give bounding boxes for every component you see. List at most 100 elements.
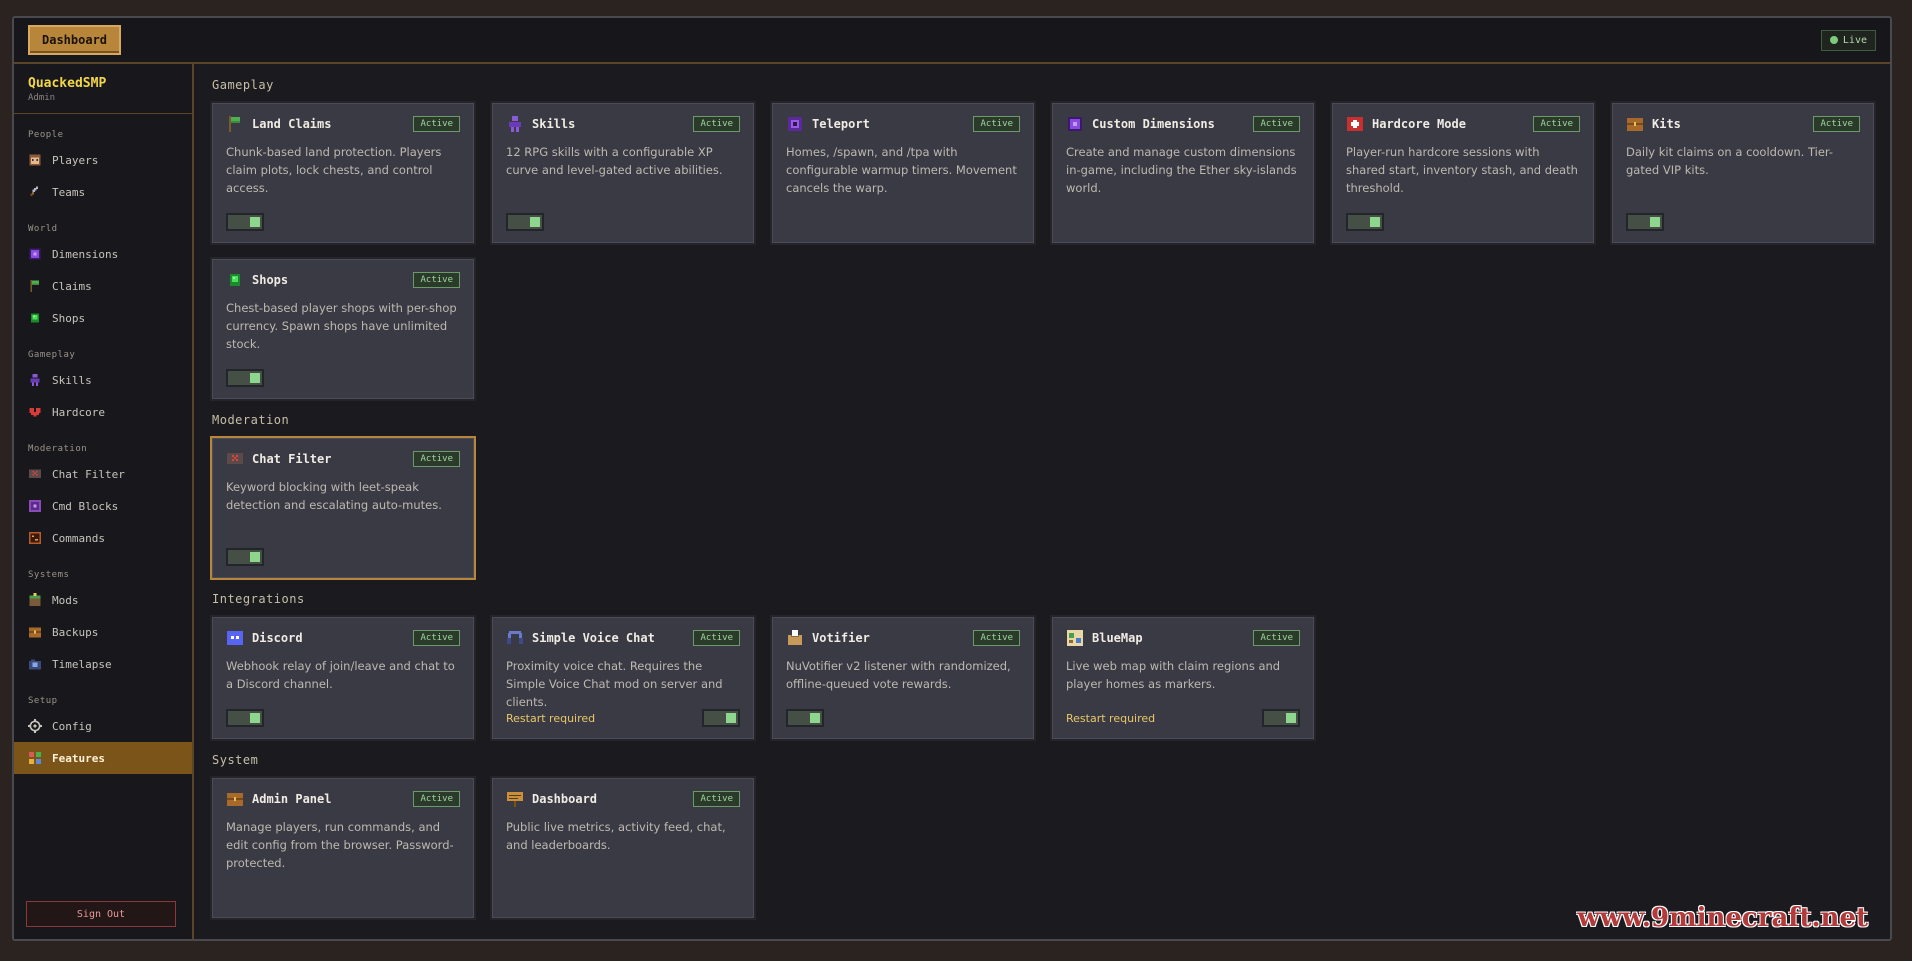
feature-toggle[interactable] (786, 709, 824, 727)
sidebar-item-timelapse[interactable]: Timelapse (14, 648, 192, 680)
toggle-knob (250, 373, 260, 383)
flag-icon (28, 279, 42, 293)
feature-toggle[interactable] (226, 369, 264, 387)
status-badge: Active (973, 630, 1020, 646)
dashboard-button[interactable]: Dashboard (28, 25, 122, 55)
nav-section-title: Setup (28, 696, 58, 706)
chat-block-icon (28, 467, 42, 481)
sidebar-item-chat-filter[interactable]: Chat Filter (14, 458, 192, 490)
feature-card-discord: Discord Active Webhook relay of join/lea… (210, 615, 476, 741)
card-title: Chat Filter (252, 452, 332, 466)
section-title: Gameplay (212, 78, 274, 92)
card-title: Dashboard (532, 792, 598, 806)
gear-icon (28, 719, 42, 733)
status-badge: Active (413, 116, 460, 132)
toggle-knob (1286, 713, 1296, 723)
feature-card-votifier: Votifier Active NuVotifier v2 listener w… (770, 615, 1036, 741)
feature-card-teleport: Teleport Active Homes, /spawn, and /tpa … (770, 101, 1036, 245)
card-header: Custom Dimensions Active (1066, 115, 1300, 133)
app-window: Dashboard Live QuackedSMP Admin People Pl… (12, 16, 1892, 941)
feature-card-custom-dimensions: Custom Dimensions Active Create and mana… (1050, 101, 1316, 245)
card-header: Kits Active (1626, 115, 1860, 133)
sidebar-item-claims[interactable]: Claims (14, 270, 192, 302)
feature-toggle[interactable] (506, 213, 544, 231)
sidebar: QuackedSMP Admin People Players Teams World… (14, 64, 194, 939)
card-header: Discord Active (226, 629, 460, 647)
feature-toggle[interactable] (226, 709, 264, 727)
toggle-knob (810, 713, 820, 723)
sidebar-item-shops[interactable]: Shops (14, 302, 192, 334)
feature-toggle[interactable] (1346, 213, 1384, 231)
toggle-knob (1370, 217, 1380, 227)
card-title: Discord (252, 631, 303, 645)
sidebar-item-label: Claims (52, 279, 92, 293)
skill-figure-icon (28, 373, 42, 387)
toggle-knob (726, 713, 736, 723)
card-description: Chest-based player shops with per-shop c… (226, 301, 457, 351)
sidebar-item-label: Chat Filter (52, 467, 125, 481)
feature-grid: Discord Active Webhook relay of join/lea… (210, 615, 1874, 741)
sword-icon (28, 185, 42, 199)
sidebar-item-skills[interactable]: Skills (14, 364, 192, 396)
card-title: Shops (252, 273, 289, 287)
sign-out-button[interactable]: Sign Out (26, 901, 176, 927)
feature-grid: Chat Filter Active Keyword blocking with… (210, 436, 1874, 580)
sidebar-item-config[interactable]: Config (14, 710, 192, 742)
section-title: Integrations (212, 592, 305, 606)
portal-icon (28, 247, 42, 261)
sidebar-item-commands[interactable]: Commands (14, 522, 192, 554)
sidebar-item-label: Players (52, 153, 99, 167)
section-title: Moderation (212, 413, 290, 427)
feature-toggle[interactable] (1626, 213, 1664, 231)
sidebar-item-label: Config (52, 719, 92, 733)
feature-toggle[interactable] (226, 213, 264, 231)
sidebar-item-backups[interactable]: Backups (14, 616, 192, 648)
feature-grid: Admin Panel Active Manage players, run c… (210, 776, 1874, 920)
watermark: www.9minecraft.net (1577, 903, 1868, 933)
card-header: Skills Active (506, 115, 740, 133)
feature-toggle[interactable] (702, 709, 740, 727)
card-title: BlueMap (1092, 631, 1143, 645)
sidebar-nav: People Players Teams World Dimensions Claims S… (14, 114, 192, 774)
server-name: QuackedSMP (28, 76, 107, 91)
sidebar-item-hardcore[interactable]: Hardcore (14, 396, 192, 428)
discord-icon (226, 629, 244, 647)
sidebar-item-players[interactable]: Players (14, 144, 192, 176)
toggle-knob (250, 552, 260, 562)
sidebar-item-features[interactable]: Features (14, 742, 192, 774)
card-header: Simple Voice Chat Active (506, 629, 740, 647)
sidebar-item-label: Hardcore (52, 405, 105, 419)
sidebar-item-teams[interactable]: Teams (14, 176, 192, 208)
sign-icon (506, 790, 524, 808)
sidebar-item-label: Features (52, 751, 105, 765)
status-badge: Active (413, 451, 460, 467)
card-description: Player-run hardcore sessions with shared… (1346, 145, 1578, 195)
grid-icon (28, 751, 42, 765)
toggle-knob (250, 713, 260, 723)
card-description: Manage players, run commands, and edit c… (226, 820, 454, 870)
top-bar: Dashboard Live (14, 18, 1890, 64)
card-header: Teleport Active (786, 115, 1020, 133)
restart-required-note: Restart required (506, 711, 596, 725)
sidebar-item-label: Dimensions (52, 247, 119, 261)
feature-toggle[interactable] (1262, 709, 1300, 727)
card-title: Simple Voice Chat (532, 631, 655, 645)
nav-section-title: People (28, 130, 64, 140)
live-dot-icon (1829, 36, 1838, 44)
sidebar-item-label: Skills (52, 373, 92, 387)
chest-icon (1626, 115, 1644, 133)
card-header: Dashboard Active (506, 790, 740, 808)
feature-toggle[interactable] (226, 548, 264, 566)
emerald-icon (226, 271, 244, 289)
sidebar-item-cmd-blocks[interactable]: Cmd Blocks (14, 490, 192, 522)
brand: QuackedSMP Admin (14, 64, 192, 114)
status-badge: Active (973, 116, 1020, 132)
ender-pearl-icon (786, 115, 804, 133)
card-title: Custom Dimensions (1092, 117, 1215, 131)
sidebar-item-mods[interactable]: Mods (14, 584, 192, 616)
status-badge: Active (1253, 116, 1300, 132)
card-header: BlueMap Active (1066, 629, 1300, 647)
chat-block-icon (226, 450, 244, 468)
sidebar-item-dimensions[interactable]: Dimensions (14, 238, 192, 270)
portal-icon (1066, 115, 1084, 133)
